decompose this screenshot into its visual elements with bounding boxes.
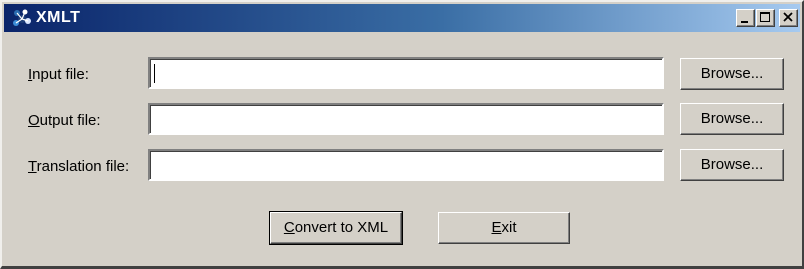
input-file-label-text: nput file: xyxy=(32,66,89,83)
input-file-field[interactable] xyxy=(148,57,664,89)
output-file-label-text: utput file: xyxy=(39,112,101,129)
xmlt-window: XMLT Input file: Browse... Output file: … xyxy=(0,0,804,269)
browse-input-button[interactable]: Browse... xyxy=(680,58,784,90)
translation-file-label-accel: T xyxy=(28,158,37,175)
browse-output-button[interactable]: Browse... xyxy=(680,103,784,135)
input-file-label: Input file: xyxy=(28,66,89,84)
output-file-label-accel: O xyxy=(28,112,40,129)
convert-label: onvert to XML xyxy=(294,219,389,236)
minimize-icon xyxy=(741,21,748,23)
convert-accel: C xyxy=(283,219,295,236)
maximize-button[interactable] xyxy=(756,9,775,27)
convert-to-xml-button[interactable]: Convert to XML xyxy=(269,211,403,245)
exit-accel: E xyxy=(491,219,502,236)
title-bar[interactable]: XMLT xyxy=(4,4,800,32)
exit-label: xit xyxy=(501,219,517,236)
input-file-input[interactable] xyxy=(153,62,659,84)
xmlt-app-icon xyxy=(13,9,31,26)
translation-file-input[interactable] xyxy=(153,154,659,176)
translation-file-label-text: ranslation file: xyxy=(36,158,130,175)
translation-file-label: Translation file: xyxy=(28,158,129,176)
output-file-input[interactable] xyxy=(153,108,659,130)
translation-file-field[interactable] xyxy=(148,149,664,181)
close-button[interactable] xyxy=(779,9,798,27)
minimize-button[interactable] xyxy=(736,9,755,27)
close-icon xyxy=(783,12,793,22)
output-file-label: Output file: xyxy=(28,112,101,130)
window-title: XMLT xyxy=(36,9,81,26)
maximize-icon xyxy=(760,12,770,22)
exit-button[interactable]: Exit xyxy=(438,212,570,244)
output-file-field[interactable] xyxy=(148,103,664,135)
browse-translation-button[interactable]: Browse... xyxy=(680,149,784,181)
